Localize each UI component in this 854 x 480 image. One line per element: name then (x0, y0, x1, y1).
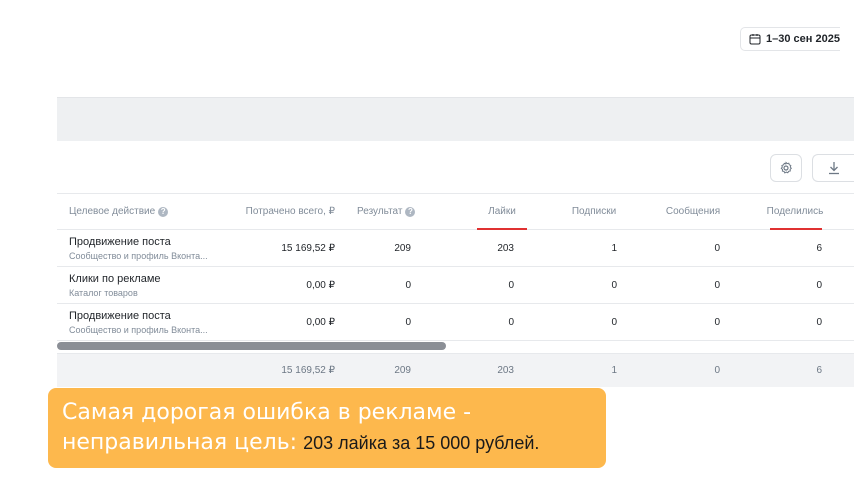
cell-shares: 0 (816, 279, 822, 291)
banner-subline: неправильная цель: (62, 430, 298, 455)
cell-subscriptions: 0 (611, 279, 617, 291)
column-messages[interactable]: Сообщения (663, 194, 723, 229)
total-subscriptions: 1 (611, 365, 617, 376)
row-subtitle: Сообщество и профиль Вконта... (69, 324, 208, 335)
banner-headline: Самая дорогая ошибка в рекламе - (62, 400, 472, 425)
total-spent: 15 169,52 ₽ (281, 365, 335, 376)
column-subscriptions[interactable]: Подписки (569, 194, 619, 229)
download-button[interactable] (812, 154, 854, 182)
column-result[interactable]: Результат ? (357, 194, 421, 229)
cell-result: 0 (405, 279, 411, 291)
cell-spent: 0,00 ₽ (306, 279, 335, 291)
scrollbar-thumb[interactable] (57, 342, 446, 350)
table-row[interactable]: Продвижение поста Сообщество и профиль В… (57, 230, 854, 267)
gear-icon (780, 161, 792, 174)
banner-accent-text: 203 лайка за 15 000 рублей. (303, 433, 540, 453)
cell-spent: 0,00 ₽ (306, 316, 335, 328)
row-title: Продвижение поста (69, 235, 171, 248)
column-target-action[interactable]: Целевое действие ? (69, 194, 249, 229)
table-row[interactable]: Клики по рекламе Каталог товаров 0,00 ₽ … (57, 267, 854, 304)
date-range-picker[interactable]: 1–30 сен 2025 (740, 27, 840, 51)
column-spent[interactable]: Потрачено всего, ₽ (246, 194, 335, 229)
cell-shares: 0 (816, 316, 822, 328)
calendar-icon (749, 34, 761, 45)
cell-result: 209 (394, 242, 411, 254)
row-title: Клики по рекламе (69, 272, 161, 285)
settings-button[interactable] (770, 154, 802, 182)
cell-messages: 0 (714, 242, 720, 254)
total-shares: 6 (816, 365, 822, 376)
row-subtitle: Сообщество и профиль Вконта... (69, 250, 208, 261)
totals-row: 15 169,52 ₽ 209 203 1 0 6 (57, 353, 854, 387)
total-messages: 0 (714, 365, 720, 376)
cell-likes: 0 (508, 279, 514, 291)
callout-banner: Самая дорогая ошибка в рекламе - неправи… (48, 388, 606, 468)
table-header: Целевое действие ? Потрачено всего, ₽ Ре… (57, 193, 854, 230)
cell-subscriptions: 0 (611, 316, 617, 328)
help-icon[interactable]: ? (158, 206, 169, 217)
row-title: Продвижение поста (69, 309, 171, 322)
cell-subscriptions: 1 (611, 242, 617, 254)
cell-messages: 0 (714, 316, 720, 328)
cell-messages: 0 (714, 279, 720, 291)
cell-spent: 15 169,52 ₽ (281, 242, 335, 254)
cell-likes: 0 (508, 316, 514, 328)
filter-panel (57, 97, 854, 141)
cell-likes: 203 (497, 242, 514, 254)
row-subtitle: Каталог товаров (69, 287, 138, 298)
total-result: 209 (394, 365, 411, 376)
date-range-label: 1–30 сен 2025 (766, 33, 840, 45)
cell-shares: 6 (816, 242, 822, 254)
column-shares[interactable]: Поделились (763, 194, 827, 229)
download-icon (828, 162, 839, 175)
help-icon[interactable]: ? (405, 206, 416, 217)
cell-result: 0 (405, 316, 411, 328)
statistics-table: Целевое действие ? Потрачено всего, ₽ Ре… (57, 193, 854, 341)
total-likes: 203 (497, 365, 514, 376)
column-likes[interactable]: Лайки (477, 194, 527, 229)
horizontal-scrollbar[interactable] (57, 340, 854, 352)
table-row[interactable]: Продвижение поста Сообщество и профиль В… (57, 304, 854, 341)
